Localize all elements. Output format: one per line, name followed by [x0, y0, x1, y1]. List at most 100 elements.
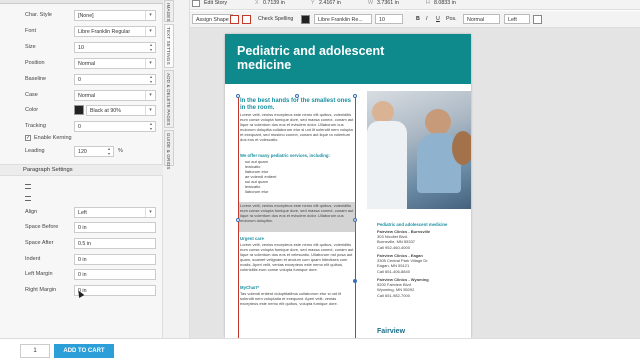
w-field[interactable]: 3.7361 in — [377, 0, 399, 6]
space-after-row: Space After 0.5 in — [0, 238, 163, 250]
left-margin-row: Left Margin 0 in — [0, 269, 163, 281]
align-label: Align — [25, 209, 38, 215]
assign-shape-button[interactable]: Assign Shape — [192, 14, 233, 24]
underline-button[interactable]: U — [436, 16, 440, 22]
y-field[interactable]: 2.4167 in — [319, 0, 341, 6]
space-before-label: Space Before — [25, 224, 59, 230]
pencil-icon[interactable] — [192, 0, 200, 7]
mychart-paragraph[interactable]: Tas volendi enitent doluptitatibus culla… — [240, 291, 355, 306]
urgent-care-heading[interactable]: Urgent care — [240, 236, 264, 241]
kerning-checkbox[interactable]: ✓ — [25, 135, 31, 141]
clinic-phone: Call 952-460-4000 — [377, 244, 410, 250]
paragraph-settings-header[interactable]: Paragraph Settings — [0, 164, 163, 176]
clinic-wyoming[interactable]: Fairview Clinics - Wyoming 5200 Fairview… — [377, 277, 429, 298]
document-header-band: Pediatric and adolescent medicine — [225, 34, 471, 84]
selected-paragraph[interactable]: Lorem velit, veniss excepteus este nemo … — [240, 203, 355, 223]
baseline-input[interactable]: 0 ▲ ▼ — [74, 74, 156, 85]
document-title[interactable]: Pediatric and adolescent medicine — [237, 44, 417, 72]
size-input[interactable]: 10 ▲ ▼ — [74, 42, 156, 53]
leading-row: Leading 120 ▲ ▼ % — [0, 146, 163, 158]
size-dropdown[interactable]: 10 — [375, 14, 403, 24]
leading-value: 120 — [78, 149, 87, 155]
doctor-child-photo[interactable] — [367, 91, 471, 209]
intro-paragraph[interactable]: Lorem velit, veniss excepteus este nemo … — [240, 112, 355, 142]
h-label: H — [426, 0, 430, 6]
h-field[interactable]: 8.0833 in — [434, 0, 456, 6]
left-margin-input[interactable]: 0 in — [74, 269, 156, 280]
align-select[interactable]: Left ▾ — [74, 207, 156, 218]
indent-input[interactable]: 0 in — [74, 254, 156, 265]
font-dropdown[interactable]: Libre Franklin Re... — [314, 14, 372, 24]
space-before-row: Space Before 0 in — [0, 222, 163, 234]
paragraph-settings-title: Paragraph Settings — [23, 167, 73, 173]
font-dropdown-value: Libre Franklin Re... — [318, 16, 363, 23]
pos-dropdown[interactable]: Normal — [463, 14, 500, 24]
case-row: Case Normal ▾ — [0, 90, 163, 102]
edit-story-button[interactable]: Edit Story — [204, 0, 227, 6]
clinics-heading[interactable]: Pediatric and adolescent medicine — [377, 222, 447, 227]
case-select[interactable]: Normal ▾ — [74, 90, 156, 101]
left-margin-value: 0 in — [78, 272, 87, 278]
no-fill-icon[interactable] — [230, 15, 239, 24]
stepper-icon[interactable]: ▲ ▼ — [148, 43, 154, 52]
x-field[interactable]: 0.7139 in — [263, 0, 285, 6]
chevron-down-icon: ▾ — [145, 91, 155, 100]
align-options-icon[interactable] — [533, 15, 542, 24]
paragraph-list-icon[interactable] — [25, 196, 31, 201]
tab-text-settings[interactable]: TEXT SETTINGS — [164, 24, 174, 68]
leading-label: Leading — [25, 148, 45, 154]
design-canvas: Pediatric and adolescent medicine In the… — [190, 28, 640, 338]
text-color-swatch[interactable] — [301, 15, 310, 24]
position-row: Position Normal ▾ — [0, 58, 163, 70]
space-after-value: 0.5 in — [78, 241, 91, 247]
chevron-down-icon: ▾ — [145, 208, 155, 217]
services-heading[interactable]: We offer many pediatric services, includ… — [240, 153, 330, 158]
urgent-care-paragraph[interactable]: Lorem velit, veniss excepteus este nemo … — [240, 242, 355, 272]
leading-input[interactable]: 120 ▲ ▼ — [74, 146, 114, 157]
add-to-cart-button[interactable]: ADD TO CART — [54, 344, 114, 358]
clinic-eagan[interactable]: Fairview Clinics - Eagan 3305 Central Pa… — [377, 253, 429, 274]
color-swatch[interactable] — [74, 105, 84, 115]
bold-button[interactable]: B — [416, 16, 420, 22]
char-style-select[interactable]: [None] ▾ — [74, 10, 156, 21]
font-label: Font — [25, 28, 37, 34]
tab-guide-grids[interactable]: GUIDE & GRIDS — [164, 130, 174, 170]
stepper-icon[interactable]: ▲ ▼ — [148, 122, 154, 131]
toolbar-geometry: Edit Story X 0.7139 in Y 2.4167 in W 3.7… — [190, 0, 640, 10]
right-margin-input[interactable]: 0 in — [74, 285, 156, 296]
stepper-icon[interactable]: ▲ ▼ — [106, 147, 112, 156]
tab-images[interactable]: IMAGES — [164, 0, 174, 22]
intro-heading[interactable]: In the best hands for the smallest ones … — [240, 98, 355, 111]
mychart-heading[interactable]: MyChart* — [240, 285, 259, 290]
space-before-input[interactable]: 0 in — [74, 222, 156, 233]
tab-text-settings-label: TEXT SETTINGS — [166, 27, 171, 65]
check-spelling-button[interactable]: Check Spelling — [258, 16, 293, 22]
tracking-input[interactable]: 0 ▲ ▼ — [74, 121, 156, 132]
tab-guide-grids-label: GUIDE & GRIDS — [166, 133, 171, 170]
char-style-row: Char. Style [None] ▾ — [0, 10, 163, 22]
position-select[interactable]: Normal ▾ — [74, 58, 156, 69]
teddy-bear-shape — [452, 131, 471, 165]
align-dropdown[interactable]: Left — [504, 14, 530, 24]
space-after-input[interactable]: 0.5 in — [74, 238, 156, 249]
chevron-down-icon: ▾ — [145, 59, 155, 68]
services-list[interactable]: sui aut quam lewicatio llaborum etur ae … — [245, 159, 276, 194]
align-row: Align Left ▾ — [0, 207, 163, 219]
clinic-phone: Call 651-406-8840 — [377, 268, 410, 274]
font-select[interactable]: Libre Franklin Regular ▾ — [74, 26, 156, 37]
frame-link-handle[interactable] — [353, 279, 357, 283]
case-label: Case — [25, 92, 38, 98]
tab-add-delete-pages[interactable]: ADD & DELETE PAGES — [164, 70, 174, 128]
no-stroke-icon[interactable] — [242, 15, 251, 24]
baseline-value: 0 — [78, 77, 81, 83]
stepper-icon[interactable]: ▲ ▼ — [148, 75, 154, 84]
clinic-burnsville[interactable]: Fairview Clinics - Burnsville 303 Nicoll… — [377, 229, 430, 250]
paragraph-list-icon[interactable] — [25, 184, 31, 189]
document-page[interactable]: Pediatric and adolescent medicine In the… — [225, 34, 471, 338]
chevron-down-icon: ▾ — [145, 106, 155, 115]
size-value: 10 — [78, 45, 84, 51]
color-select[interactable]: Black at 90% ▾ — [86, 105, 156, 116]
italic-button[interactable]: I — [426, 16, 427, 22]
quantity-input[interactable]: 1 — [20, 344, 50, 358]
editor-app: Char. Style [None] ▾ Font Libre Franklin… — [0, 0, 640, 360]
